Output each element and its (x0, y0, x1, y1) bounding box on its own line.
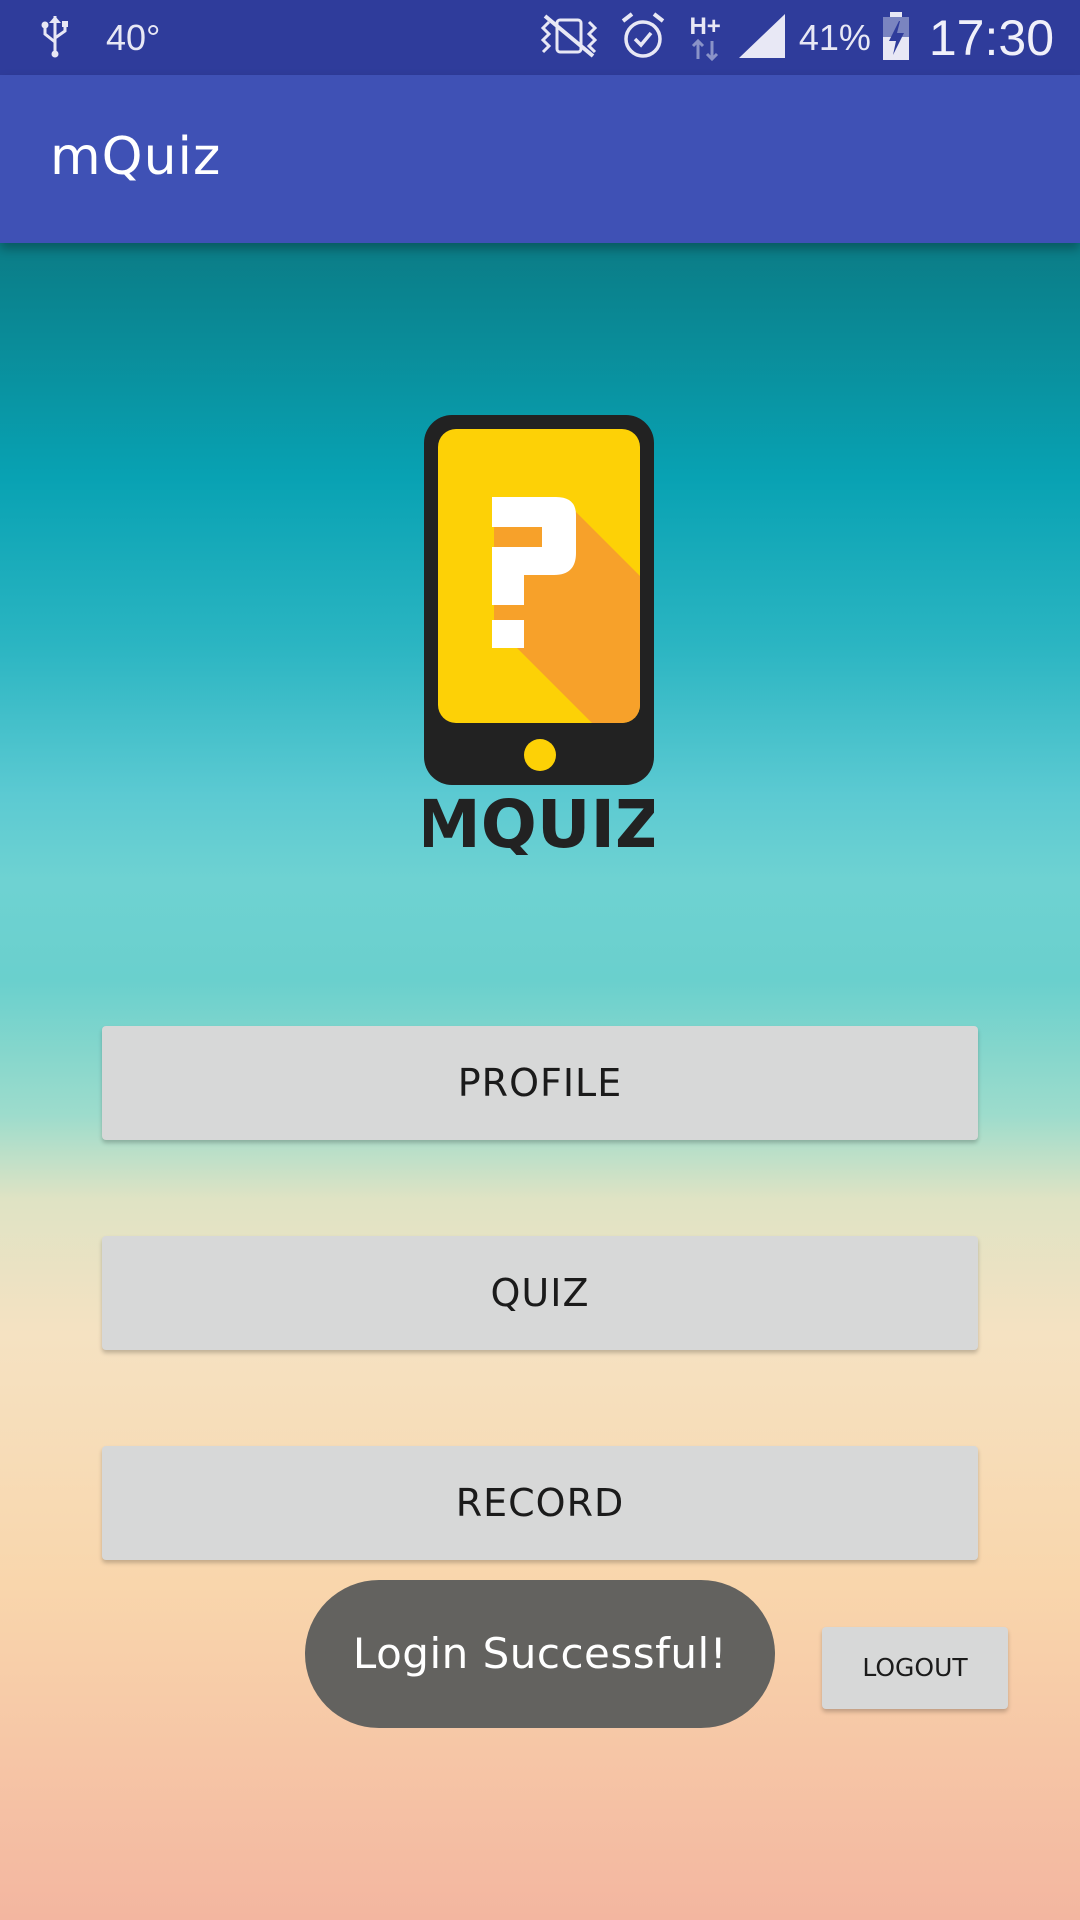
logout-button[interactable]: LOGOUT (822, 1627, 1008, 1709)
status-bar-right: H+ 41% 17:30 (535, 0, 1054, 75)
profile-button[interactable]: PROFILE (102, 1026, 978, 1140)
status-bar: 40° H+ 41% 17:30 (0, 0, 1080, 75)
usb-icon (38, 14, 72, 62)
quiz-button[interactable]: QUIZ (102, 1236, 978, 1350)
data-arrows-icon: H+ (689, 12, 721, 61)
network-type-text: H+ (689, 12, 721, 40)
app-title: mQuiz (50, 127, 222, 187)
app-bar: mQuiz (0, 75, 1080, 243)
battery-percent-text: 41% (798, 16, 871, 58)
clock-text: 17:30 (928, 9, 1054, 66)
signal-icon (737, 12, 787, 64)
battery-charging-icon (881, 11, 911, 65)
record-button[interactable]: RECORD (102, 1446, 978, 1560)
logo-wordmark: MQUIZ (424, 786, 654, 855)
status-bar-left: 40° (38, 0, 160, 75)
alarm-icon (619, 11, 667, 65)
mquiz-logo: MQUIZ (415, 415, 663, 863)
temperature-text: 40° (106, 16, 161, 58)
login-success-toast: Login Successful! (305, 1580, 775, 1728)
vibrate-icon (535, 12, 603, 64)
